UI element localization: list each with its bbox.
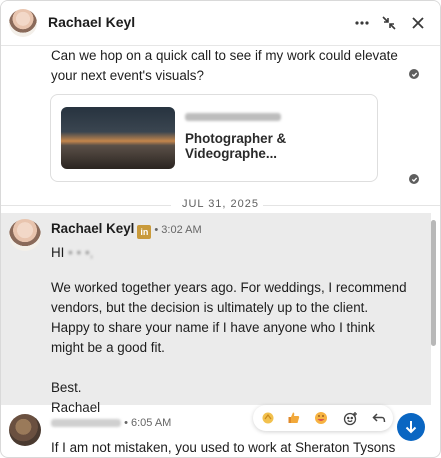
- blurred-title: [185, 113, 281, 121]
- message-time: • 3:02 AM: [154, 224, 202, 236]
- date-label: JUL 31, 2025: [181, 198, 260, 210]
- message-time: • 6:05 AM: [124, 417, 172, 429]
- preview-subtitle: Photographer & Videographe...: [185, 131, 287, 161]
- scroll-to-bottom-button[interactable]: [397, 413, 425, 441]
- message-header: Rachael Keyl in • 3:02 AM: [51, 221, 202, 239]
- messaging-window: Rachael Keyl Can we hop on a quick call …: [0, 0, 441, 458]
- blurred-sender: [51, 419, 121, 428]
- arrow-down-icon: [405, 421, 417, 434]
- greeting-prefix: HI: [51, 245, 65, 260]
- minimize-icon: [382, 16, 396, 30]
- message-greeting: HI • • •,: [51, 243, 93, 263]
- date-divider: JUL 31, 2025: [1, 195, 440, 215]
- reaction-toolbar: [253, 405, 393, 431]
- scrollbar-thumb[interactable]: [431, 220, 436, 346]
- laugh-emoji-icon[interactable]: [312, 409, 330, 427]
- thumbs-up-emoji-icon[interactable]: [285, 409, 303, 427]
- avatar[interactable]: [9, 9, 37, 37]
- premium-badge: in: [137, 225, 152, 239]
- add-reaction-icon[interactable]: [341, 409, 359, 427]
- seen-check-icon: [409, 174, 419, 184]
- clap-emoji-icon[interactable]: [259, 409, 277, 427]
- sender-name[interactable]: Rachael Keyl: [51, 221, 134, 236]
- message-text: We worked together years ago. For weddin…: [51, 280, 407, 415]
- close-button[interactable]: [407, 12, 429, 34]
- avatar[interactable]: [9, 414, 41, 446]
- message-text: Can we hop on a quick call to see if my …: [51, 48, 398, 83]
- preview-image: [61, 107, 175, 169]
- seen-check-icon: [409, 69, 419, 79]
- more-icon: [355, 21, 369, 25]
- message-header: • 6:05 AM: [51, 417, 171, 429]
- close-icon: [412, 17, 424, 29]
- message-group: Rachael Keyl in • 3:02 AM HI • • •, We wor…: [1, 213, 431, 415]
- message-text: If I am not mistaken, you used to work a…: [51, 440, 396, 455]
- more-options-button[interactable]: [351, 12, 373, 34]
- contact-name[interactable]: Rachael Keyl: [48, 14, 135, 30]
- reply-icon[interactable]: [370, 409, 388, 427]
- minimize-button[interactable]: [378, 12, 400, 34]
- link-preview-card[interactable]: Photographer & Videographe...: [50, 94, 378, 182]
- conversation-header: Rachael Keyl: [1, 1, 440, 46]
- blurred-name: • • •,: [68, 245, 94, 260]
- avatar[interactable]: [9, 219, 41, 251]
